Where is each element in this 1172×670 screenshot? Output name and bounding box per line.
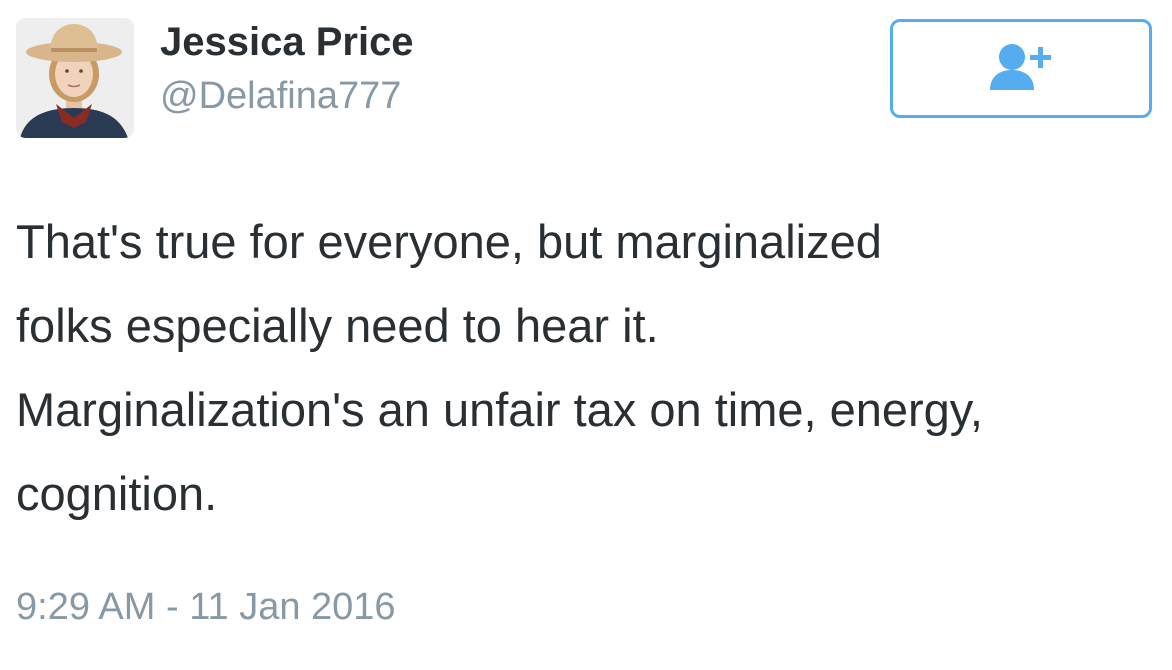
user-handle[interactable]: @Delafina777 xyxy=(160,72,401,120)
avatar[interactable] xyxy=(16,18,134,138)
tweet-text-line: Marginalization's an unfair tax on time,… xyxy=(16,383,983,436)
display-name[interactable]: Jessica Price xyxy=(160,18,414,66)
tweet-timestamp[interactable]: 9:29 AM - 11 Jan 2016 xyxy=(16,584,396,630)
tweet-text-line: folks especially need to hear it. xyxy=(16,299,659,352)
tweet-text: That's true for everyone, but marginaliz… xyxy=(16,200,1156,536)
add-user-icon xyxy=(988,40,1054,97)
tweet-text-line: cognition. xyxy=(16,467,218,520)
follow-button[interactable] xyxy=(890,19,1152,118)
profile-photo xyxy=(16,18,134,138)
tweet-text-line: That's true for everyone, but marginaliz… xyxy=(16,215,882,268)
